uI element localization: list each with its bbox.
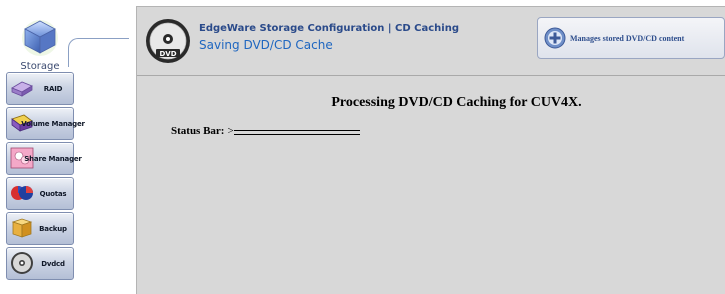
sidebar-item-label: Backup (39, 224, 67, 233)
sidebar-item-label: RAID (43, 84, 63, 93)
backup-box-icon (11, 218, 33, 238)
sidebar-nav-list: RAID Volume Manager Share Manager Quotas… (6, 72, 85, 282)
svg-text:DVD: DVD (159, 50, 176, 58)
sidebar-item-label: Dvdcd (41, 259, 65, 268)
sidebar-item-share-manager[interactable]: Share Manager (6, 142, 82, 175)
sidebar-item-backup[interactable]: Backup (6, 212, 74, 245)
plus-circle-icon (544, 27, 566, 49)
page-header: DVD EdgeWare Storage Configuration | CD … (137, 7, 725, 73)
dvd-logo-icon: DVD (146, 19, 190, 63)
tab-connector-line (68, 38, 129, 67)
quotas-pie-icon (11, 186, 33, 200)
sidebar-item-dvdcd[interactable]: Dvdcd (6, 247, 74, 280)
dvd-disc-icon (11, 252, 33, 274)
sidebar-item-raid[interactable]: RAID (6, 72, 74, 105)
left-navigation: Storage RAID Volume Manager Share Manage… (0, 0, 132, 293)
storage-cube-icon (22, 20, 58, 56)
sidebar-item-quotas[interactable]: Quotas (6, 177, 74, 210)
page-title: Saving DVD/CD Cache (199, 38, 333, 52)
storage-tab-label: Storage (20, 61, 60, 72)
breadcrumb: EdgeWare Storage Configuration | CD Cach… (199, 23, 459, 34)
manage-stored-content-button[interactable]: Manages stored DVD/CD content (537, 17, 725, 59)
raid-disk-icon (11, 81, 33, 97)
sidebar-item-label: Volume Manager (21, 119, 85, 128)
manage-button-label: Manages stored DVD/CD content (570, 33, 685, 43)
sidebar-item-volume-manager[interactable]: Volume Manager (6, 107, 85, 140)
sidebar-item-label: Quotas (39, 189, 67, 198)
main-frame: DVD EdgeWare Storage Configuration | CD … (136, 6, 725, 294)
status-progress-bar (233, 129, 360, 135)
status-row: Status Bar: > (171, 125, 360, 137)
content-heading: Processing DVD/CD Caching for CUV4X. (137, 93, 725, 111)
header-divider (137, 75, 725, 76)
processing-heading-text: Processing DVD/CD Caching for CUV4X. (331, 95, 582, 110)
sidebar-item-label: Share Manager (24, 154, 82, 163)
status-label: Status Bar: (171, 125, 225, 137)
storage-tab[interactable]: Storage (8, 10, 72, 72)
